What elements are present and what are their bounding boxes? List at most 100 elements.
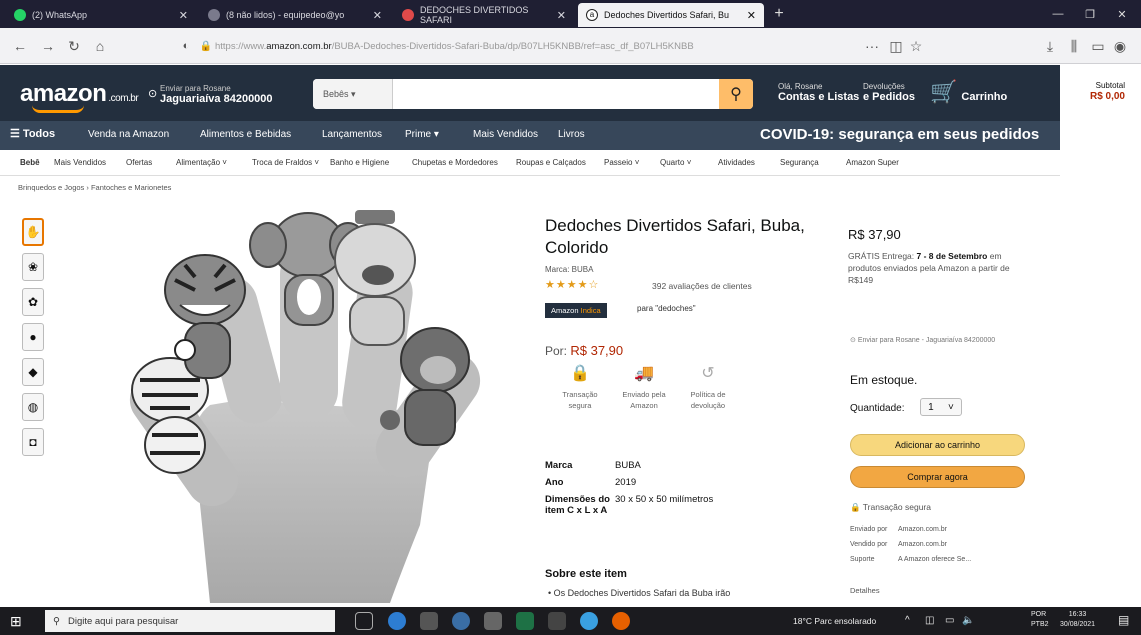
nav-prime[interactable]: Prime ▾	[405, 129, 439, 140]
url-bar[interactable]: https://www. amazon.com.br/BUBA-Dedoches-…	[215, 34, 905, 58]
page-actions-icon[interactable]: ···	[862, 36, 882, 56]
subnav-item[interactable]: Bebê	[20, 158, 40, 167]
account-lists[interactable]: Olá, Rosane Contas e Listas	[778, 81, 859, 103]
display-icon[interactable]: ▭	[945, 615, 954, 626]
seller-value[interactable]: Amazon.com.br	[898, 541, 947, 548]
subnav-item[interactable]: Atividades	[718, 158, 755, 167]
forward-icon[interactable]: →	[38, 36, 58, 56]
firefox-icon[interactable]	[612, 612, 630, 630]
amazon-logo[interactable]: amazon .com.br	[20, 80, 139, 108]
tab-dedoches[interactable]: DEDOCHES DIVERTIDOS SAFARI ✕	[394, 3, 574, 27]
returns-orders[interactable]: Devoluções e Pedidos	[863, 81, 915, 103]
network-icon[interactable]: ◫	[925, 615, 934, 626]
thumbnail-6[interactable]: ◍	[22, 393, 44, 421]
star-rating[interactable]: ★★★★☆	[545, 278, 599, 291]
back-icon[interactable]: ←	[10, 36, 30, 56]
taskbar-clock[interactable]: 16:33 30/08/2021	[1060, 610, 1095, 630]
weather-widget[interactable]: 18°C Parc ensolarado	[793, 616, 876, 626]
bookmark-star-icon[interactable]: ☆	[906, 36, 926, 56]
task-view-icon[interactable]	[355, 612, 373, 630]
deliver-text: Enviar para Rosane - Jaguariaíva 8420000…	[857, 337, 996, 344]
reload-icon[interactable]: ↻	[64, 36, 84, 56]
cart-button[interactable]: 🛒 Carrinho	[930, 81, 1007, 104]
nav-mais-vendidos[interactable]: Mais Vendidos	[473, 129, 538, 140]
nav-venda[interactable]: Venda na Amazon	[88, 129, 169, 140]
pocket-icon[interactable]: ◫	[886, 36, 906, 56]
thumbnail-7[interactable]: ◘	[22, 428, 44, 456]
close-icon[interactable]: ✕	[557, 9, 566, 22]
seller-value[interactable]: Amazon.com.br	[898, 526, 947, 533]
secure-transaction-link[interactable]: 🔒 Transação segura	[850, 502, 931, 513]
mail-icon[interactable]	[420, 612, 438, 630]
download-icon[interactable]: ⤓	[1040, 36, 1060, 56]
subnav-item[interactable]: Chupetas e Mordedores	[412, 158, 498, 167]
details-link[interactable]: Detalhes	[850, 586, 880, 595]
minimize-icon[interactable]: —	[1045, 4, 1071, 24]
deliver-to[interactable]: ⊙ Enviar para Rosane Jaguariaíva 8420000…	[148, 83, 273, 105]
subnav-item[interactable]: Passeio ˅	[604, 158, 639, 167]
windows-start-icon[interactable]: ⊞	[10, 613, 22, 630]
sidebar-icon[interactable]: ▭	[1088, 36, 1108, 56]
library-icon[interactable]: ⫼	[1064, 36, 1084, 56]
covid-banner[interactable]: COVID-19: segurança em seus pedidos	[760, 126, 1039, 143]
all-menu-button[interactable]: ☰ Todos	[10, 127, 55, 140]
buy-now-button[interactable]: Comprar agora	[850, 466, 1025, 488]
subnav-item[interactable]: Troca de Fraldos ˅	[252, 158, 319, 167]
store-icon[interactable]	[484, 612, 502, 630]
add-to-cart-button[interactable]: Adicionar ao carrinho	[850, 434, 1025, 456]
feature-shipped[interactable]: 🚚 Enviado pela Amazon	[614, 366, 674, 411]
search-category-select[interactable]: Bebês ▾	[313, 79, 393, 109]
reviews-link[interactable]: 392 avaliações de clientes	[652, 281, 752, 291]
subnav-item[interactable]: Alimentação ˅	[176, 158, 227, 167]
tab-email[interactable]: (8 não lidos) - equipedeo@yo ✕	[200, 3, 390, 27]
subnav-item[interactable]: Banho e Higiene	[330, 158, 389, 167]
maximize-icon[interactable]: ❐	[1077, 4, 1103, 24]
home-icon[interactable]: ⌂	[90, 36, 110, 56]
volume-icon[interactable]: 🔈	[962, 615, 974, 626]
thumbnail-2[interactable]: ❀	[22, 253, 44, 281]
close-icon[interactable]: ✕	[179, 9, 188, 22]
photos-icon[interactable]	[548, 612, 566, 630]
tray-chevron-icon[interactable]: ^	[905, 615, 910, 626]
subnav-item[interactable]: Quarto ˅	[660, 158, 691, 167]
subnav-item[interactable]: Roupas e Calçados	[516, 158, 586, 167]
quantity-select[interactable]: 1 ˅	[920, 398, 962, 416]
app-icon[interactable]	[580, 612, 598, 630]
new-tab-button[interactable]: +	[768, 3, 790, 25]
edge-icon[interactable]	[388, 612, 406, 630]
thumbnail-5[interactable]: ◆	[22, 358, 44, 386]
feature-secure[interactable]: 🔒 Transação segura	[550, 366, 610, 411]
language-indicator[interactable]: POR PTB2	[1031, 610, 1049, 630]
chrome-icon[interactable]	[452, 612, 470, 630]
shield-icon[interactable]: ◐	[176, 36, 196, 56]
notification-icon[interactable]: ▤	[1118, 613, 1129, 627]
subnav-item[interactable]: Mais Vendidos	[54, 158, 106, 167]
subnav-item[interactable]: Segurança	[780, 158, 819, 167]
lock-icon[interactable]: 🔒	[196, 36, 216, 56]
feature-return[interactable]: ↺ Política de devolução	[678, 366, 738, 411]
close-window-icon[interactable]: ✕	[1109, 4, 1135, 24]
nav-livros[interactable]: Livros	[558, 129, 585, 140]
nav-alimentos[interactable]: Alimentos e Bebidas	[200, 129, 291, 140]
product-main-image[interactable]	[100, 205, 530, 603]
account-icon[interactable]: ◉	[1110, 36, 1130, 56]
taskbar-search-input[interactable]: ⚲ Digite aqui para pesquisar	[45, 610, 335, 632]
subnav-item[interactable]: Ofertas	[126, 158, 152, 167]
tab-amazon-active[interactable]: a Dedoches Divertidos Safari, Bu ✕	[578, 3, 764, 27]
product-brand-link[interactable]: Marca: BUBA	[545, 265, 593, 274]
close-icon[interactable]: ✕	[373, 9, 382, 22]
subnav-item[interactable]: Amazon Super	[846, 158, 899, 167]
seller-value[interactable]: A Amazon oferece Se...	[898, 556, 971, 563]
thumbnail-3[interactable]: ✿	[22, 288, 44, 316]
tab-whatsapp[interactable]: (2) WhatsApp ✕	[6, 3, 196, 27]
excel-icon[interactable]	[516, 612, 534, 630]
search-button[interactable]: ⚲	[719, 79, 753, 109]
deliver-to-link[interactable]: ⊙ Enviar para Rosane - Jaguariaíva 84200…	[850, 336, 1030, 346]
thumbnail-4[interactable]: ●	[22, 323, 44, 351]
amazon-choice-badge[interactable]: Amazon Indica	[545, 303, 607, 318]
thumbnail-1[interactable]: ✋	[22, 218, 44, 246]
nav-lancamentos[interactable]: Lançamentos	[322, 129, 382, 140]
breadcrumb[interactable]: Brinquedos e Jogos › Fantoches e Marione…	[18, 183, 171, 192]
search-bar[interactable]: Bebês ▾ ⚲	[313, 79, 753, 109]
close-icon[interactable]: ✕	[747, 9, 756, 22]
